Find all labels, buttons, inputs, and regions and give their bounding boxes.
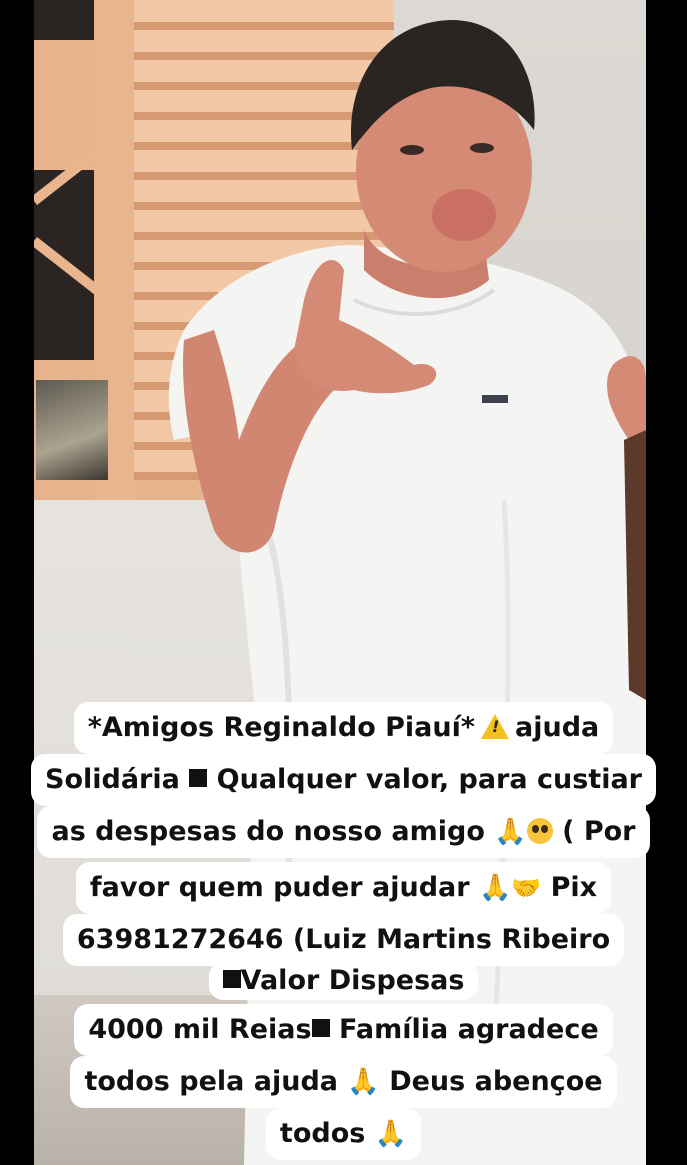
caption-line: Valor Dispesas bbox=[0, 962, 687, 1000]
caption-segment: ajuda bbox=[515, 711, 600, 745]
pray-icon: 🙏 bbox=[374, 1119, 408, 1149]
caption-text-block: *Amigos Reginaldo Piauí* ajuda bbox=[73, 702, 614, 754]
caption-text-block: 4000 mil Reias Família agradece bbox=[74, 1004, 613, 1056]
caption-text-block: todos 🙏 bbox=[265, 1108, 422, 1160]
caption-text-block: as despesas do nosso amigo 🙏 ( Por bbox=[37, 806, 650, 858]
caption-segment: Solidária bbox=[45, 763, 180, 797]
caption-text-block: favor quem puder ajudar 🙏🤝 Pix bbox=[75, 862, 612, 914]
pleading-face-icon bbox=[526, 818, 553, 844]
caption-segment: ( Por bbox=[562, 815, 636, 849]
caption-line: Solidária Qualquer valor, para custiar bbox=[0, 754, 687, 806]
pray-icon: 🙏 bbox=[478, 873, 512, 903]
caption-segment: Família agradece bbox=[339, 1013, 599, 1047]
caption-line: 4000 mil Reias Família agradece bbox=[0, 1004, 687, 1056]
caption-segment: todos bbox=[279, 1117, 366, 1151]
caption-line: as despesas do nosso amigo 🙏 ( Por bbox=[0, 806, 687, 858]
caption-segment: Pix bbox=[550, 871, 598, 905]
black-square-icon bbox=[189, 769, 208, 787]
caption-line: favor quem puder ajudar 🙏🤝 Pix bbox=[0, 862, 687, 914]
caption-segment: Valor Dispesas bbox=[240, 964, 465, 998]
caption-segment: 4000 mil Reias bbox=[88, 1013, 312, 1047]
caption-text-block: todos pela ajuda 🙏 Deus abençoe bbox=[70, 1056, 617, 1108]
caption-overlay: *Amigos Reginaldo Piauí* ajuda Solidária … bbox=[0, 0, 687, 1165]
caption-text-block: Solidária Qualquer valor, para custiar bbox=[31, 754, 656, 806]
pray-icon: 🙏 bbox=[347, 1067, 380, 1097]
caption-text-block: Valor Dispesas bbox=[208, 962, 479, 1000]
story-screen: *Amigos Reginaldo Piauí* ajuda Solidária … bbox=[0, 0, 687, 1165]
caption-segment: todos pela ajuda bbox=[84, 1065, 338, 1099]
caption-line: 63981272646 (Luiz Martins Ribeiro bbox=[0, 914, 687, 966]
caption-segment: as despesas do nosso amigo bbox=[51, 815, 485, 849]
caption-line: todos pela ajuda 🙏 Deus abençoe bbox=[0, 1056, 687, 1108]
warning-icon bbox=[481, 714, 510, 739]
caption-line: *Amigos Reginaldo Piauí* ajuda bbox=[0, 702, 687, 754]
handshake-icon: 🤝 bbox=[511, 874, 542, 902]
caption-segment: Qualquer valor, para custiar bbox=[216, 763, 642, 797]
caption-text-block: 63981272646 (Luiz Martins Ribeiro bbox=[62, 914, 625, 966]
caption-line: todos 🙏 bbox=[0, 1108, 687, 1160]
caption-segment: Deus abençoe bbox=[389, 1065, 603, 1099]
black-square-icon bbox=[311, 1019, 330, 1037]
caption-segment: *Amigos Reginaldo Piauí* bbox=[87, 711, 476, 745]
pray-icon: 🙏 bbox=[494, 817, 527, 847]
black-square-icon bbox=[222, 970, 241, 988]
caption-segment: favor quem puder ajudar bbox=[89, 871, 470, 905]
